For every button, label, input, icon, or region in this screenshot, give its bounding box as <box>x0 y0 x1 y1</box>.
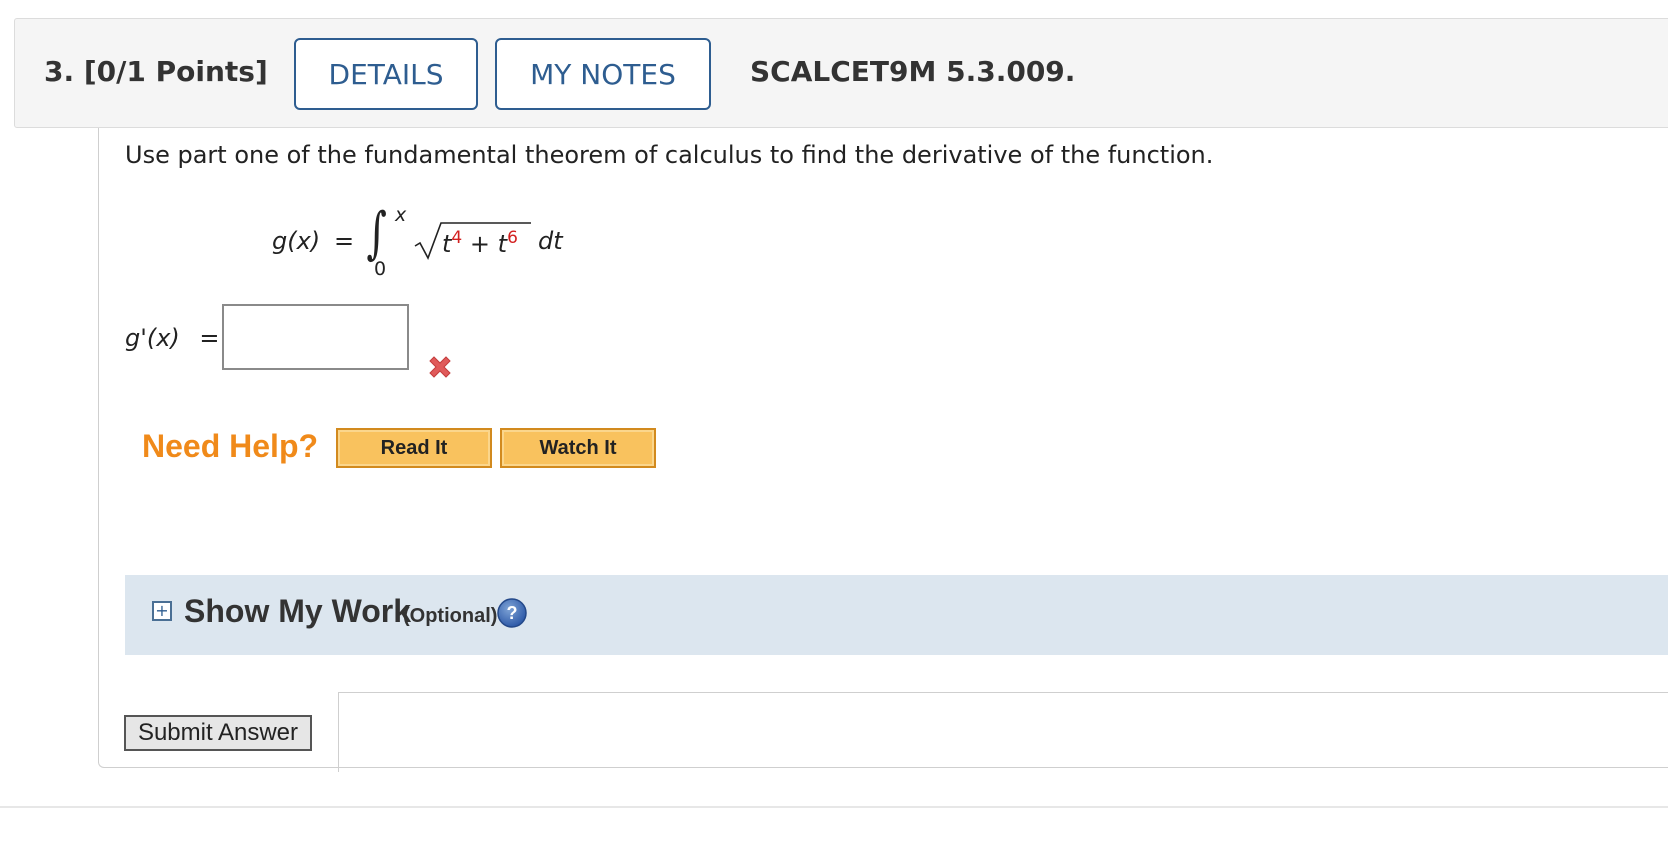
show-my-work-title[interactable]: Show My Work <box>184 593 411 630</box>
page-divider <box>0 806 1668 808</box>
integral-upper-limit: x <box>395 204 407 226</box>
answer-equals: = <box>199 324 220 352</box>
radicand-plus: + <box>469 230 490 258</box>
svg-text:?: ? <box>507 603 518 623</box>
my-notes-button-label: MY NOTES <box>530 57 676 91</box>
my-notes-button[interactable]: MY NOTES <box>495 38 711 110</box>
show-my-work-optional: (Optional) <box>403 605 498 627</box>
submit-answer-button[interactable]: Submit Answer <box>124 715 312 751</box>
question-points: [0/1 Points] <box>83 55 268 88</box>
watch-it-label: Watch It <box>539 436 617 459</box>
help-question-icon[interactable]: ? <box>496 597 528 629</box>
answer-input[interactable] <box>222 304 409 370</box>
submit-area-border <box>338 692 1668 772</box>
incorrect-x-icon <box>429 356 451 378</box>
answer-label: g'(x) = <box>125 324 220 352</box>
integral-sign: ∫ <box>366 201 387 266</box>
question-card <box>98 128 1668 768</box>
integral-lower-limit: 0 <box>374 258 387 280</box>
expand-plus-icon[interactable]: + <box>152 601 172 621</box>
watch-it-button[interactable]: Watch It <box>500 428 656 468</box>
answer-label-text: g'(x) <box>125 324 180 352</box>
radicand-exponent1: 4 <box>451 228 463 248</box>
question-code: SCALCET9M 5.3.009. <box>750 55 1076 88</box>
details-button[interactable]: DETAILS <box>294 38 478 110</box>
formula-lhs: g(x) <box>272 227 321 255</box>
radicand-exponent2: 6 <box>507 228 518 248</box>
need-help-label: Need Help? <box>142 428 319 464</box>
question-prompt: Use part one of the fundamental theorem … <box>125 141 1214 169</box>
radicand: t4 + t6 <box>442 228 518 258</box>
read-it-button[interactable]: Read It <box>336 428 492 468</box>
formula-equals: = <box>334 227 355 255</box>
submit-answer-label: Submit Answer <box>137 719 299 746</box>
read-it-label: Read It <box>380 436 448 459</box>
formula-differential: dt <box>538 227 563 255</box>
question-number-value: 3. <box>44 55 75 88</box>
radicand-term1: t <box>442 230 452 258</box>
details-button-label: DETAILS <box>328 57 444 91</box>
question-number: 3. [0/1 Points] <box>44 55 268 88</box>
radicand-term2: t <box>497 230 508 258</box>
